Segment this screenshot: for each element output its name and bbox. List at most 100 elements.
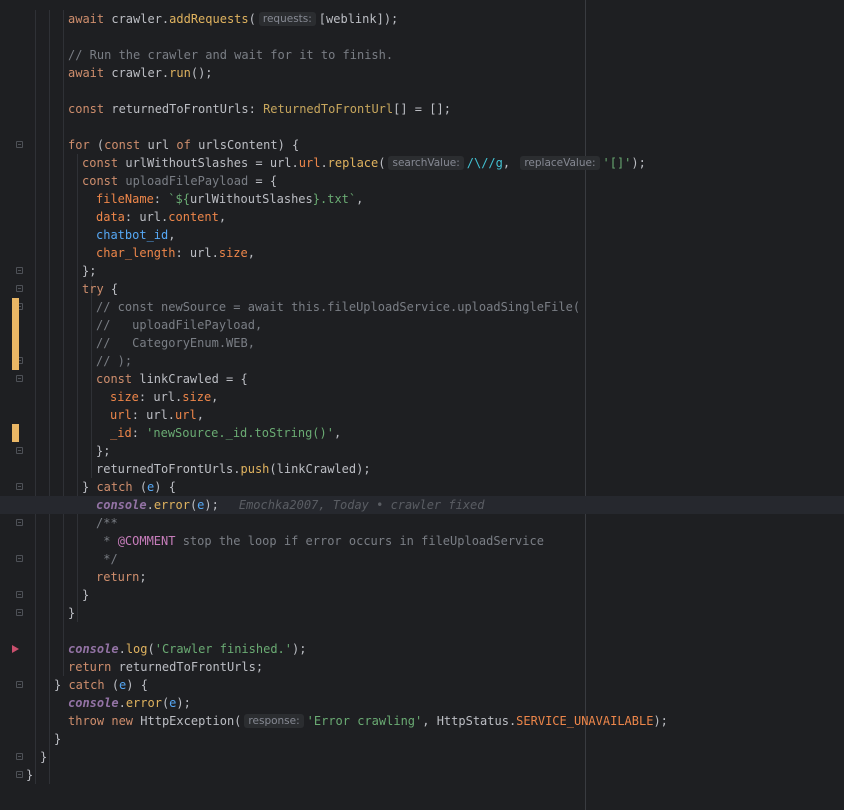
- code-line[interactable]: char_length: url.size,: [0, 244, 844, 262]
- code-line-content[interactable]: size: url.size,: [110, 388, 218, 406]
- code-line-content[interactable]: }: [68, 604, 75, 622]
- code-line-content[interactable]: } catch (e) {: [54, 676, 148, 694]
- code-line[interactable]: throw new HttpException(response: 'Error …: [0, 712, 844, 730]
- code-line-content[interactable]: chatbot_id,: [96, 226, 175, 244]
- code-line-content[interactable]: _id: 'newSource._id.toString()',: [110, 424, 341, 442]
- code-token: .: [146, 498, 154, 512]
- code-line[interactable]: const linkCrawled = {: [0, 370, 844, 388]
- code-line[interactable]: // );: [0, 352, 844, 370]
- code-token: `${: [168, 192, 190, 206]
- code-token: = {: [248, 174, 278, 188]
- code-token: const: [68, 102, 112, 116]
- code-line[interactable]: }: [0, 586, 844, 604]
- code-line-content[interactable]: data: url.content,: [96, 208, 226, 226]
- code-line-content[interactable]: try {: [82, 280, 118, 298]
- code-line[interactable]: }: [0, 748, 844, 766]
- code-line[interactable]: const uploadFilePayload = {: [0, 172, 844, 190]
- code-token: , HttpStatus.: [422, 714, 517, 728]
- code-line-content[interactable]: * @COMMENT stop the loop if error occurs…: [96, 532, 544, 550]
- code-line[interactable]: return returnedToFrontUrls;: [0, 658, 844, 676]
- code-token: };: [82, 264, 97, 278]
- code-line-content[interactable]: // );: [96, 352, 132, 370]
- code-line-content[interactable]: };: [82, 262, 96, 280]
- code-line[interactable]: };: [0, 262, 844, 280]
- code-line-content[interactable]: // Run the crawler and wait for it to fi…: [68, 46, 393, 64]
- code-line-content[interactable]: }: [54, 730, 61, 748]
- code-line[interactable]: for (const url of urlsContent) {: [0, 136, 844, 154]
- code-line-content[interactable]: */: [96, 550, 117, 568]
- code-line-content[interactable]: throw new HttpException(response: 'Error …: [68, 712, 668, 730]
- code-token: size: [110, 390, 139, 404]
- code-line-content[interactable]: char_length: url.size,: [96, 244, 255, 262]
- code-line[interactable]: // uploadFilePayload,: [0, 316, 844, 334]
- code-line-content[interactable]: };: [96, 442, 110, 460]
- code-line[interactable]: await crawler.addRequests(requests: [webl…: [0, 10, 844, 28]
- code-line-content[interactable]: // const newSource = await this.fileUplo…: [96, 298, 580, 316]
- code-line[interactable]: return;: [0, 568, 844, 586]
- code-line-content[interactable]: return;: [96, 568, 147, 586]
- code-line[interactable]: * @COMMENT stop the loop if error occurs…: [0, 532, 844, 550]
- code-token: );: [176, 696, 191, 710]
- code-line-content[interactable]: await crawler.addRequests(requests: [webl…: [68, 10, 398, 28]
- code-line[interactable]: size: url.size,: [0, 388, 844, 406]
- code-line-content[interactable]: // uploadFilePayload,: [96, 316, 262, 334]
- code-line-content[interactable]: // CategoryEnum.WEB,: [96, 334, 255, 352]
- code-line-content[interactable]: } catch (e) {: [82, 478, 176, 496]
- code-line-content[interactable]: console.log('Crawler finished.');: [68, 640, 306, 658]
- code-line[interactable]: // const newSource = await this.fileUplo…: [0, 298, 844, 316]
- code-token: (: [248, 12, 256, 26]
- code-line-content[interactable]: console.error(e); Emochka2007, Today • cr…: [96, 496, 485, 514]
- code-line[interactable]: chatbot_id,: [0, 226, 844, 244]
- code-line[interactable]: // Run the crawler and wait for it to fi…: [0, 46, 844, 64]
- code-line-content[interactable]: fileName: `${urlWithoutSlashes}.txt`,: [96, 190, 363, 208]
- code-line[interactable]: /**: [0, 514, 844, 532]
- code-line-content[interactable]: const uploadFilePayload = {: [82, 172, 277, 190]
- code-token: ) {: [126, 678, 148, 692]
- code-line-content[interactable]: for (const url of urlsContent) {: [68, 136, 299, 154]
- code-line[interactable]: }: [0, 766, 844, 784]
- code-line[interactable]: const returnedToFrontUrls: ReturnedToFro…: [0, 100, 844, 118]
- code-line-content[interactable]: }: [40, 748, 47, 766]
- code-line-content[interactable]: const returnedToFrontUrls: ReturnedToFro…: [68, 100, 451, 118]
- code-token: push: [240, 462, 270, 476]
- code-line[interactable]: [0, 82, 844, 100]
- code-line[interactable]: }: [0, 730, 844, 748]
- code-line-content[interactable]: return returnedToFrontUrls;: [68, 658, 263, 676]
- code-line[interactable]: const urlWithoutSlashes = url.url.replac…: [0, 154, 844, 172]
- code-line[interactable]: // CategoryEnum.WEB,: [0, 334, 844, 352]
- code-line[interactable]: console.error(e);: [0, 694, 844, 712]
- code-line[interactable]: _id: 'newSource._id.toString()',: [0, 424, 844, 442]
- code-line[interactable]: returnedToFrontUrls.push(linkCrawled);: [0, 460, 844, 478]
- code-line-content[interactable]: }: [26, 766, 33, 784]
- code-line[interactable]: */: [0, 550, 844, 568]
- code-line[interactable]: await crawler.run();: [0, 64, 844, 82]
- code-line-content[interactable]: /**: [96, 514, 118, 532]
- code-line[interactable]: data: url.content,: [0, 208, 844, 226]
- code-line[interactable]: console.error(e); Emochka2007, Today • cr…: [0, 496, 844, 514]
- code-line[interactable]: url: url.url,: [0, 406, 844, 424]
- code-line-content[interactable]: const linkCrawled = {: [96, 370, 248, 388]
- code-editor[interactable]: await crawler.addRequests(requests: [webl…: [0, 0, 844, 810]
- code-line[interactable]: fileName: `${urlWithoutSlashes}.txt`,: [0, 190, 844, 208]
- code-line-content[interactable]: }: [82, 586, 89, 604]
- code-token: ,: [218, 210, 227, 224]
- code-line[interactable]: };: [0, 442, 844, 460]
- code-line-content[interactable]: url: url.url,: [110, 406, 204, 424]
- code-token: throw: [68, 714, 112, 728]
- code-line[interactable]: console.log('Crawler finished.');: [0, 640, 844, 658]
- code-token: addRequests: [169, 12, 249, 26]
- code-line-content[interactable]: console.error(e);: [68, 694, 191, 712]
- code-token: returnedToFrontUrls;: [118, 660, 264, 674]
- code-line-content[interactable]: returnedToFrontUrls.push(linkCrawled);: [96, 460, 371, 478]
- code-line[interactable]: [0, 622, 844, 640]
- code-line-content[interactable]: const urlWithoutSlashes = url.url.replac…: [82, 154, 646, 172]
- code-line-content[interactable]: await crawler.run();: [68, 64, 213, 82]
- code-line[interactable]: } catch (e) {: [0, 676, 844, 694]
- code-line[interactable]: try {: [0, 280, 844, 298]
- code-line[interactable]: [0, 28, 844, 46]
- code-line[interactable]: } catch (e) {: [0, 478, 844, 496]
- code-token: // CategoryEnum.WEB,: [96, 336, 255, 350]
- code-token: }: [68, 606, 76, 620]
- code-line[interactable]: [0, 118, 844, 136]
- code-line[interactable]: }: [0, 604, 844, 622]
